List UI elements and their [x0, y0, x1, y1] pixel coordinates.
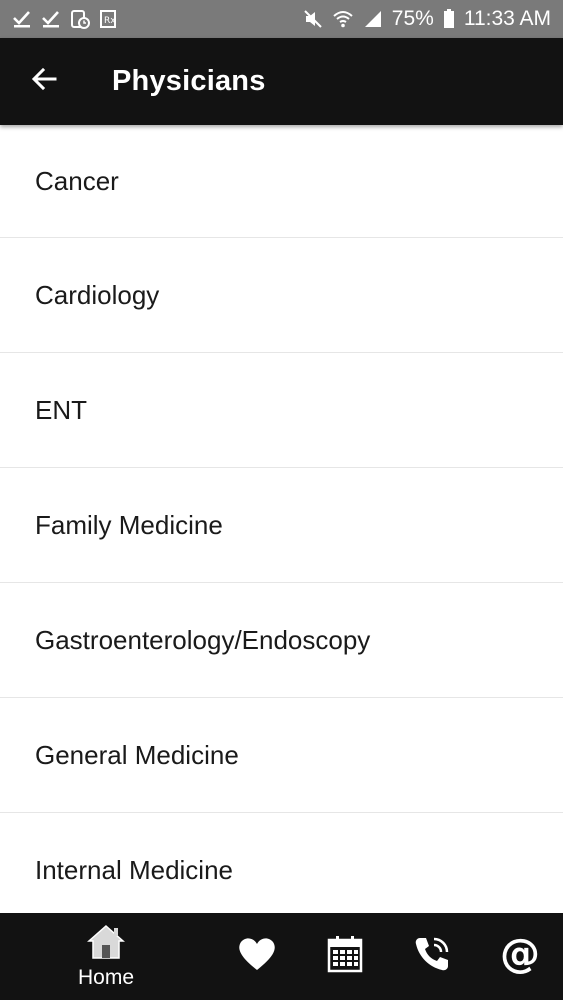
list-item-general-medicine[interactable]: General Medicine	[0, 698, 563, 813]
check-icon	[41, 9, 61, 29]
list-item-label: General Medicine	[35, 739, 239, 770]
at-sign-icon: @	[499, 931, 541, 980]
list-item-label: Family Medicine	[35, 509, 223, 540]
list-item-cardiology[interactable]: Cardiology	[0, 238, 563, 353]
back-button[interactable]	[14, 52, 74, 112]
specialty-list: Cancer Cardiology ENT Family Medicine Ga…	[0, 125, 563, 913]
status-system: 75% 11:33 AM	[303, 7, 551, 31]
phone-icon	[412, 934, 452, 979]
nav-favorites-button[interactable]	[232, 913, 282, 1000]
arrow-left-icon	[30, 65, 58, 98]
clock: 11:33 AM	[463, 7, 551, 30]
list-item-cancer[interactable]: Cancer	[0, 125, 563, 238]
nav-home-label: Home	[77, 966, 135, 989]
list-item-label: ENT	[35, 394, 87, 425]
list-item-family-medicine[interactable]: Family Medicine	[0, 468, 563, 583]
svg-text:Rx: Rx	[104, 16, 116, 26]
home-icon	[86, 923, 126, 966]
svg-text:@: @	[500, 933, 540, 975]
status-notifications: Rx	[12, 9, 119, 29]
nav-call-button[interactable]	[407, 913, 457, 1000]
battery-icon	[443, 9, 455, 29]
list-item-ent[interactable]: ENT	[0, 353, 563, 468]
list-item-label: Gastroenterology/Endoscopy	[35, 624, 371, 655]
status-bar: Rx 75% 11:33 AM	[0, 0, 563, 38]
bottom-nav: Home @	[0, 913, 563, 1000]
list-item-label: Internal Medicine	[35, 854, 233, 885]
wifi-icon	[332, 9, 354, 29]
calendar-icon	[327, 935, 363, 978]
nav-email-button[interactable]: @	[495, 913, 545, 1000]
list-item-gastroenterology[interactable]: Gastroenterology/Endoscopy	[0, 583, 563, 698]
signal-icon	[363, 9, 383, 29]
list-item-label: Cancer	[35, 165, 119, 196]
heart-icon	[237, 936, 277, 977]
list-item-label: Cardiology	[35, 279, 160, 310]
list-item-internal-medicine[interactable]: Internal Medicine	[0, 813, 563, 913]
nav-home-button[interactable]: Home	[66, 913, 146, 1000]
device-clock-icon	[70, 9, 90, 29]
check-icon	[12, 9, 32, 29]
prescription-icon: Rx	[99, 9, 119, 29]
page-title: Physicians	[112, 65, 266, 97]
app-bar: Physicians	[0, 38, 563, 125]
battery-percent: 75%	[391, 7, 434, 30]
nav-calendar-button[interactable]	[322, 913, 368, 1000]
mute-icon	[303, 9, 323, 29]
